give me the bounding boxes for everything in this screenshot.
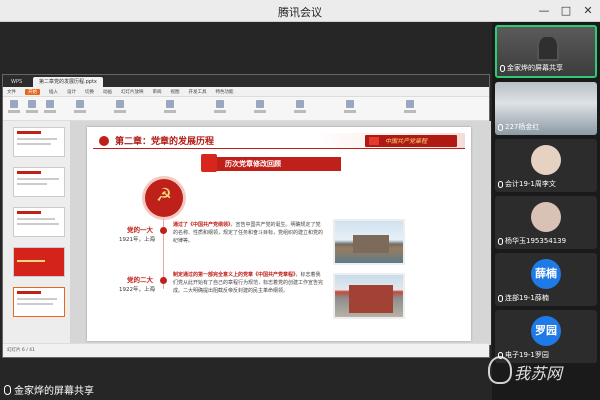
participant-tile[interactable]: 会计19-1周李文 <box>495 139 597 192</box>
participant-list: 金家烨的屏幕共享 227杨金红 会计19-1周李文 杨华玉195354139 薛… <box>492 22 600 400</box>
new-slide-icon <box>46 100 54 108</box>
share-label: 金家烨的屏幕共享 <box>4 382 94 397</box>
ribbon-layout-button[interactable] <box>73 100 87 117</box>
cut-icon <box>28 100 36 108</box>
ppt-status-bar: 幻灯片 6 / 41 <box>3 343 489 357</box>
ppt-ribbon <box>3 97 489 121</box>
participant-avatar: 薛楠 <box>531 259 561 289</box>
participant-photo <box>531 145 561 175</box>
paste-icon <box>10 100 18 108</box>
ppt-tab-file[interactable]: 第二章党的发展历程.pptx <box>33 77 103 87</box>
ppt-menu-view[interactable]: 视图 <box>171 89 180 95</box>
maximize-button[interactable]: □ <box>558 3 574 19</box>
south-lake-boat-photo <box>333 219 405 265</box>
ppt-menu-home[interactable]: 开始 <box>25 88 40 95</box>
section-title: 历次党章修改回顾 <box>225 160 281 168</box>
window-title: 腾讯会议 <box>278 6 322 19</box>
event-text: 通过了《中国共产党纲领》，宣告中国共产党的诞生。明确规定了党的名称、性质和纲领，… <box>173 222 324 244</box>
microphone-icon <box>498 180 503 188</box>
participant-tile[interactable]: 杨华玉195354139 <box>495 196 597 249</box>
slide-canvas: 第二章：党章的发展历程 中国共产党章程 历次党章修改回顾 ☭ 党的一大 1921… <box>71 121 491 345</box>
shape-icon <box>256 100 264 108</box>
participant-video <box>537 35 559 61</box>
microphone-icon <box>500 64 505 72</box>
timeline-dot <box>160 277 167 284</box>
close-button[interactable]: ✕ <box>580 3 596 19</box>
share-icon <box>406 100 414 108</box>
event-name: 党的一大 <box>127 226 153 234</box>
slide-thumbnail[interactable] <box>13 247 65 277</box>
slide-thumbnail[interactable] <box>13 127 65 157</box>
find-icon <box>346 100 354 108</box>
ribbon-font-button[interactable] <box>113 100 127 117</box>
watermark-logo-icon <box>488 356 512 384</box>
ppt-menu-insert[interactable]: 插入 <box>49 89 58 95</box>
ppt-menu-animation[interactable]: 动画 <box>103 89 112 95</box>
layout-icon <box>76 100 84 108</box>
ppt-menu-bar: 文件 开始 插入 设计 切换 动画 幻灯片放映 审阅 视图 开发工具 特色功能 <box>3 87 489 97</box>
current-slide[interactable]: 第二章：党章的发展历程 中国共产党章程 历次党章修改回顾 ☭ 党的一大 1921… <box>87 127 471 341</box>
ppt-menu-slideshow[interactable]: 幻灯片放映 <box>121 89 144 95</box>
timeline-dot <box>160 227 167 234</box>
ppt-tab-bar: WPS 第二章党的发展历程.pptx <box>3 75 489 87</box>
shared-screen: WPS 第二章党的发展历程.pptx 文件 开始 插入 设计 切换 动画 幻灯片… <box>2 74 491 358</box>
slide-thumbnail-pane <box>3 121 71 345</box>
ribbon-share-button[interactable] <box>403 100 417 117</box>
arrange-icon <box>296 100 304 108</box>
ppt-menu-features[interactable]: 特色功能 <box>216 89 234 95</box>
chapter-header: 第二章：党章的发展历程 中国共产党章程 <box>93 133 465 149</box>
slide-thumbnail[interactable] <box>13 207 65 237</box>
font-icon <box>116 100 124 108</box>
event-text: 制定通过的第一部完全意义上的党章《中国共产党章程》，标志着我们党从此开始有了自己… <box>173 272 324 294</box>
slide-thumbnail[interactable] <box>13 167 65 197</box>
participant-tile[interactable]: 金家烨的屏幕共享 <box>495 25 597 78</box>
event-name: 党的二大 <box>127 276 153 284</box>
book-icon <box>201 154 217 172</box>
party-banner: 中国共产党章程 <box>365 135 457 147</box>
textbox-icon <box>216 100 224 108</box>
ribbon-find-button[interactable] <box>343 100 357 117</box>
ribbon-new-slide-button[interactable] <box>43 100 57 117</box>
hammer-sickle-icon: ☭ <box>145 179 183 217</box>
party-emblem-icon <box>99 136 109 146</box>
microphone-icon <box>498 123 503 131</box>
ribbon-textbox-button[interactable] <box>213 100 227 117</box>
ppt-menu-review[interactable]: 审阅 <box>153 89 162 95</box>
participant-photo <box>531 202 561 232</box>
ribbon-align-button[interactable] <box>163 100 177 117</box>
microphone-icon <box>4 384 11 395</box>
participant-avatar: 罗园 <box>531 316 561 346</box>
ribbon-cut-button[interactable] <box>25 100 39 117</box>
participant-tile[interactable]: 薛楠 连部19-1薛楠 <box>495 253 597 306</box>
microphone-icon <box>498 294 503 302</box>
ppt-menu-design[interactable]: 设计 <box>67 89 76 95</box>
event-info: 1922年，上海 <box>119 287 155 293</box>
section-header: 历次党章修改回顾 <box>201 154 341 172</box>
screen-share-area: WPS 第二章党的发展历程.pptx 文件 开始 插入 设计 切换 动画 幻灯片… <box>0 22 492 400</box>
watermark-text: 我苏网 <box>514 364 563 383</box>
ppt-menu-transition[interactable]: 切换 <box>85 89 94 95</box>
memorial-hall-photo <box>333 273 405 319</box>
flag-icon <box>369 137 379 145</box>
ribbon-shape-button[interactable] <box>253 100 267 117</box>
participant-tile[interactable]: 227杨金红 <box>495 82 597 135</box>
ribbon-paste-button[interactable] <box>7 100 21 117</box>
watermark: 我苏网 <box>478 350 588 390</box>
meeting-window: 腾讯会议 — □ ✕ WPS 第二章党的发展历程.pptx 文件 开始 插入 设… <box>0 0 600 400</box>
party-banner-text: 中国共产党章程 <box>385 138 428 145</box>
chapter-title: 第二章：党章的发展历程 <box>115 137 215 147</box>
ppt-tab-wps[interactable]: WPS <box>5 77 28 87</box>
slide-thumbnail-selected[interactable] <box>13 287 65 317</box>
align-icon <box>166 100 174 108</box>
ribbon-arrange-button[interactable] <box>293 100 307 117</box>
title-bar: 腾讯会议 — □ ✕ <box>0 0 600 22</box>
ppt-menu-file[interactable]: 文件 <box>7 89 16 95</box>
minimize-button[interactable]: — <box>536 3 552 19</box>
event-info: 1921年，上海 <box>119 237 155 243</box>
ppt-menu-devtools[interactable]: 开发工具 <box>189 89 207 95</box>
microphone-icon <box>498 237 503 245</box>
